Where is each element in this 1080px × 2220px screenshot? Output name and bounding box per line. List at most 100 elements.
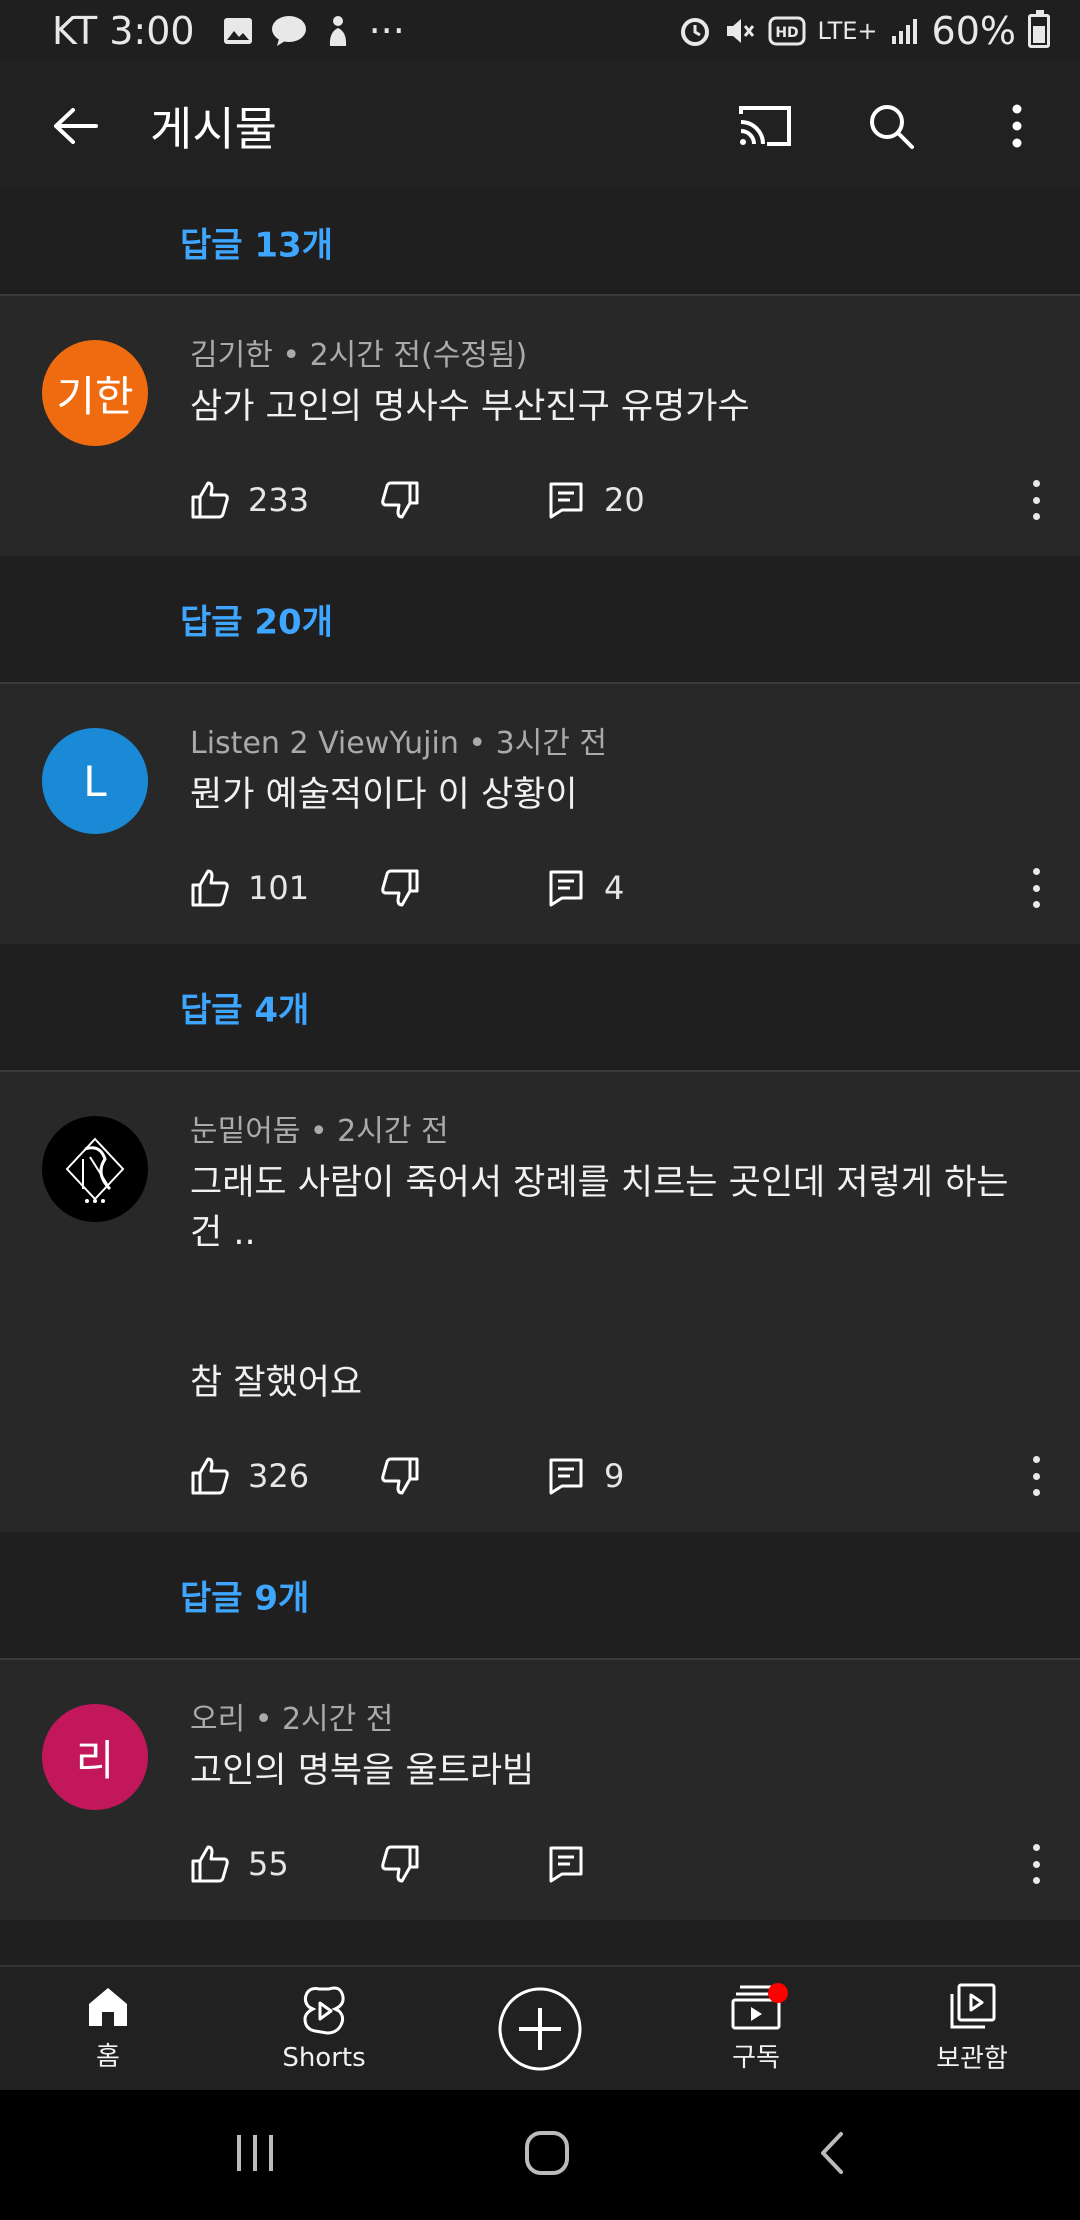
comment-menu-button[interactable] xyxy=(1026,1456,1046,1496)
comment-item: 리 오리 • 2시간 전 고인의 명복을 울트라빔 55 xyxy=(0,1660,1080,1920)
dislike-button[interactable] xyxy=(380,1844,500,1884)
network-type-icon: LTE+ xyxy=(817,17,878,45)
comment-meta: 눈밑어둠 • 2시간 전 xyxy=(190,1114,449,1149)
battery-icon xyxy=(1028,10,1050,48)
avatar[interactable]: L xyxy=(42,728,148,834)
more-notifications-indicator: ··· xyxy=(368,9,405,53)
avatar[interactable]: 리 xyxy=(42,1704,148,1810)
reply-button[interactable]: 4 xyxy=(548,869,624,907)
thumbs-up-icon xyxy=(191,869,229,907)
like-button[interactable]: 326 xyxy=(190,1456,360,1496)
reply-button[interactable]: 9 xyxy=(548,1457,624,1495)
reply-bar: 답글 4개 xyxy=(0,944,1080,1072)
avatar-logo-icon xyxy=(65,1137,125,1203)
comment-meta: Listen 2 ViewYujin • 3시간 전 xyxy=(190,726,608,761)
nav-home-label: 홈 xyxy=(96,2042,120,2072)
comment-text: 그래도 사람이 죽어서 장례를 치르는 곳인데 저렇게 하는 건 .. 참 잘했… xyxy=(190,1163,1009,1403)
dislike-button[interactable] xyxy=(380,480,500,520)
mute-icon xyxy=(724,15,756,47)
comment-menu-button[interactable] xyxy=(1026,868,1046,908)
alarm-icon xyxy=(678,14,712,48)
comment-item: L Listen 2 ViewYujin • 3시간 전 뭔가 예술적이다 이 … xyxy=(0,684,1080,944)
view-replies-link[interactable]: 답글 20개 xyxy=(180,595,333,644)
comment-icon xyxy=(549,870,583,907)
comment-text: 고인의 명복을 울트라빔 xyxy=(190,1751,535,1791)
comments-list[interactable]: 답글 13개 기한 김기한 • 2시간 전(수정됨) 삼가 고인의 명사수 부산… xyxy=(0,190,1080,1965)
comment-icon xyxy=(549,1458,583,1495)
cast-icon xyxy=(739,106,791,146)
thumbs-up-icon xyxy=(191,1845,229,1883)
comment-text: 삼가 고인의 명사수 부산진구 유명가수 xyxy=(190,387,750,427)
like-button[interactable]: 233 xyxy=(190,480,360,520)
dislike-button[interactable] xyxy=(380,868,500,908)
view-replies-link[interactable]: 답글 9개 xyxy=(180,1571,309,1620)
thumbs-up-icon xyxy=(191,481,229,519)
avatar[interactable]: 기한 xyxy=(42,340,148,446)
library-icon xyxy=(950,1983,996,2029)
home-circle-icon xyxy=(524,2131,569,2175)
carrier-time: KT 3:00 xyxy=(52,9,195,53)
home-icon xyxy=(89,1988,127,2026)
search-icon xyxy=(870,105,914,149)
recent-apps-button[interactable] xyxy=(233,2133,277,2177)
reply-count: 9 xyxy=(604,1457,625,1495)
comment-menu-button[interactable] xyxy=(1026,480,1046,520)
cast-button[interactable] xyxy=(702,62,828,190)
page-title: 게시물 xyxy=(150,102,277,156)
notification-dot xyxy=(768,1983,788,2003)
reply-count: 4 xyxy=(604,869,625,907)
back-button[interactable] xyxy=(0,62,150,190)
vertical-dots-icon xyxy=(1012,104,1022,148)
view-replies-link[interactable]: 답글 13개 xyxy=(180,218,333,267)
battery-percent: 60% xyxy=(931,9,1016,53)
dislike-button[interactable] xyxy=(380,1456,500,1496)
hd-icon: HD xyxy=(768,16,806,46)
status-bar: KT 3:00 ··· HD LTE+ 60% xyxy=(0,0,1080,62)
create-button[interactable] xyxy=(432,1967,648,2090)
like-count: 233 xyxy=(248,481,310,519)
view-replies-link[interactable]: 답글 4개 xyxy=(180,983,309,1032)
reply-count: 20 xyxy=(604,481,645,519)
like-count: 326 xyxy=(248,1457,310,1495)
comment-item: 기한 김기한 • 2시간 전(수정됨) 삼가 고인의 명사수 부산진구 유명가수… xyxy=(0,296,1080,556)
search-button[interactable] xyxy=(828,62,954,190)
comment-meta: 오리 • 2시간 전 xyxy=(190,1702,394,1737)
nav-library-label: 보관함 xyxy=(936,2044,1008,2074)
comment-text: 뭔가 예술적이다 이 상황이 xyxy=(190,775,578,815)
reply-button[interactable]: 20 xyxy=(548,481,645,519)
nav-home[interactable]: 홈 xyxy=(0,1967,216,2090)
signal-icon xyxy=(890,16,920,46)
thumbs-down-icon xyxy=(381,1845,419,1883)
reply-bar: 답글 9개 xyxy=(0,1532,1080,1660)
thumbs-down-icon xyxy=(381,481,419,519)
avatar-initials: L xyxy=(83,756,107,806)
hand-icon xyxy=(325,14,351,48)
avatar-initials: 리 xyxy=(75,1735,115,1785)
reply-button[interactable] xyxy=(548,1845,604,1883)
app-bar: 게시물 xyxy=(0,62,1080,190)
thumbs-down-icon xyxy=(381,1457,419,1495)
avatar-initials: 기한 xyxy=(56,371,134,421)
reply-bar: 답글 13개 xyxy=(0,190,1080,296)
system-navigation-bar xyxy=(0,2090,1080,2220)
kakaotalk-icon xyxy=(271,15,307,47)
add-circle-icon xyxy=(498,1987,582,2070)
home-system-button[interactable] xyxy=(524,2130,570,2180)
comment-icon xyxy=(549,482,583,519)
nav-library[interactable]: 보관함 xyxy=(864,1967,1080,2090)
overflow-menu-button[interactable] xyxy=(954,62,1080,190)
thumbs-down-icon xyxy=(381,869,419,907)
like-button[interactable]: 101 xyxy=(190,868,360,908)
gallery-icon xyxy=(223,17,253,45)
nav-shorts-label: Shorts xyxy=(282,2042,366,2073)
svg-text:HD: HD xyxy=(775,25,798,41)
recent-apps-icon xyxy=(237,2135,274,2171)
like-button[interactable]: 55 xyxy=(190,1844,360,1884)
nav-shorts[interactable]: Shorts xyxy=(216,1967,432,2090)
nav-subscriptions[interactable]: 구독 xyxy=(648,1967,864,2090)
comment-menu-button[interactable] xyxy=(1026,1844,1046,1884)
avatar[interactable] xyxy=(42,1116,148,1222)
comment-meta: 김기한 • 2시간 전(수정됨) xyxy=(190,338,528,373)
system-back-button[interactable] xyxy=(817,2130,847,2180)
comment-icon xyxy=(549,1846,583,1883)
